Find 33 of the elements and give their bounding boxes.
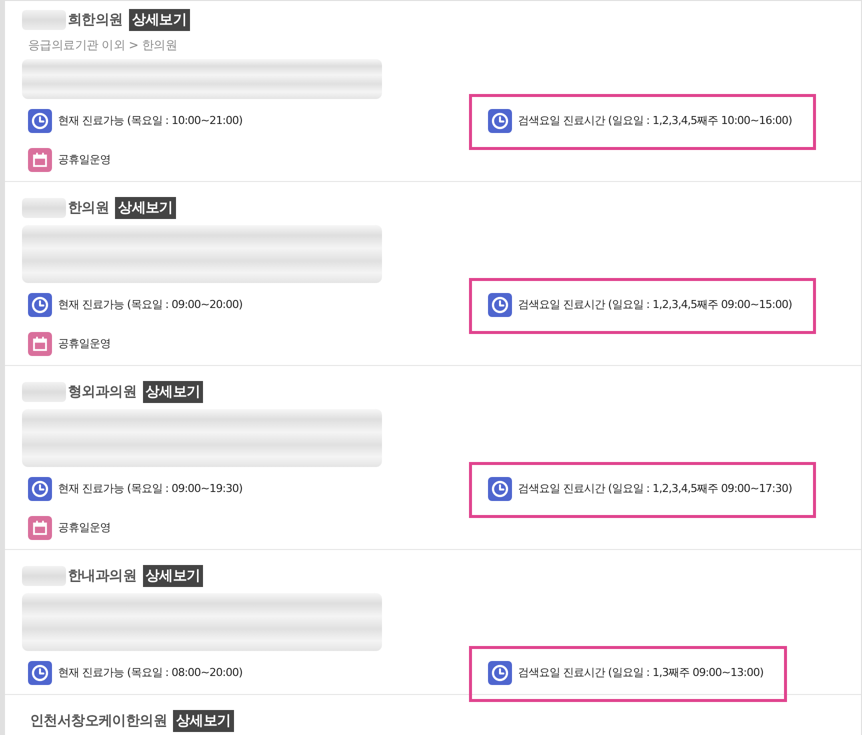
holiday-text: 공휴일운영 bbox=[58, 152, 110, 168]
category-text: 응급의료기관 이외 > 한의원 bbox=[28, 37, 177, 53]
clock-icon bbox=[28, 661, 52, 685]
search-hours-text: 검색요일 진료시간 (일요일 : 1,2,3,4,5째주 09:00~17:30) bbox=[518, 481, 792, 497]
calendar-icon bbox=[28, 516, 52, 540]
detail-button[interactable]: 상세보기 bbox=[128, 9, 190, 31]
calendar-icon bbox=[28, 148, 52, 172]
clock-icon bbox=[488, 109, 512, 133]
current-hours-text: 현재 진료가능 (목요일 : 09:00~20:00) bbox=[58, 297, 242, 313]
detail-button[interactable]: 상세보기 bbox=[173, 710, 234, 732]
clinic-name: 한의원 bbox=[68, 199, 110, 218]
clock-icon bbox=[488, 293, 512, 317]
clinic-name: 희한의원 bbox=[68, 11, 123, 30]
search-hours-text: 검색요일 진료시간 (일요일 : 1,2,3,4,5째주 09:00~15:00) bbox=[518, 297, 792, 313]
detail-button[interactable]: 상세보기 bbox=[142, 565, 204, 587]
clinic-name: 한내과의원 bbox=[68, 567, 137, 586]
current-hours-text: 현재 진료가능 (목요일 : 10:00~21:00) bbox=[58, 113, 242, 129]
clinic-name: 인천서창오케이한의원 bbox=[30, 712, 168, 731]
holiday-text: 공휴일운영 bbox=[58, 336, 110, 352]
clock-icon bbox=[488, 661, 512, 685]
clock-icon bbox=[28, 477, 52, 501]
detail-button[interactable]: 상세보기 bbox=[142, 381, 204, 403]
search-hours-text: 검색요일 진료시간 (일요일 : 1,2,3,4,5째주 10:00~16:00) bbox=[518, 113, 792, 129]
detail-button[interactable]: 상세보기 bbox=[115, 197, 176, 219]
clock-icon bbox=[28, 109, 52, 133]
holiday-text: 공휴일운영 bbox=[58, 520, 110, 536]
current-hours-text: 현재 진료가능 (목요일 : 08:00~20:00) bbox=[58, 665, 242, 681]
calendar-icon bbox=[28, 332, 52, 356]
clock-icon bbox=[488, 477, 512, 501]
current-hours-text: 현재 진료가능 (목요일 : 09:00~19:30) bbox=[58, 481, 242, 497]
clock-icon bbox=[28, 293, 52, 317]
search-hours-text: 검색요일 진료시간 (일요일 : 1,3째주 09:00~13:00) bbox=[518, 665, 764, 681]
clinic-name: 형외과의원 bbox=[68, 383, 137, 402]
